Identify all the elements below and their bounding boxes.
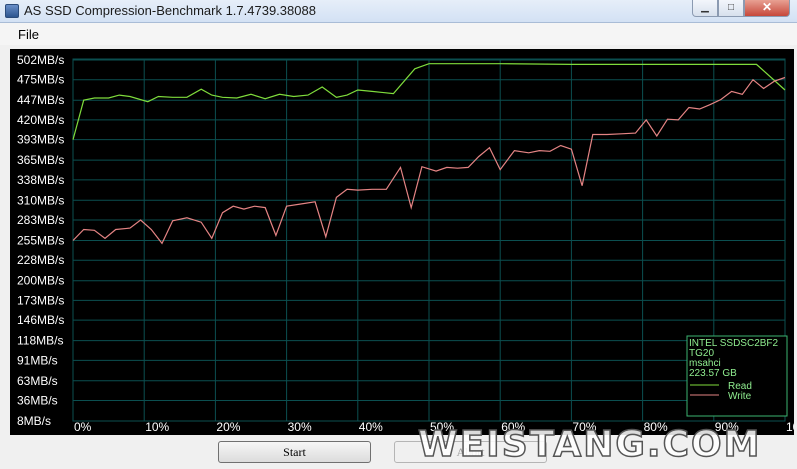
maximize-button[interactable]: □ xyxy=(718,0,744,17)
x-tick-label: 10% xyxy=(145,420,169,434)
app-icon xyxy=(5,4,19,18)
y-tick-label: 420MB/s xyxy=(17,113,64,127)
y-tick-label: 365MB/s xyxy=(17,153,64,167)
legend-info-line: 223.57 GB xyxy=(689,368,737,379)
y-tick-label: 338MB/s xyxy=(17,173,64,187)
y-tick-label: 36MB/s xyxy=(17,394,58,408)
y-tick-label: 310MB/s xyxy=(17,193,64,207)
x-tick-label: 100% xyxy=(786,420,794,434)
x-tick-label: 20% xyxy=(216,420,240,434)
y-tick-label: 173MB/s xyxy=(17,293,64,307)
y-tick-label: 118MB/s xyxy=(17,334,63,348)
y-tick-label: 393MB/s xyxy=(17,133,64,147)
watermark: WEISTANG.COM xyxy=(417,423,762,466)
start-button[interactable]: Start xyxy=(218,441,371,463)
y-tick-label: 228MB/s xyxy=(17,253,64,267)
y-tick-label: 200MB/s xyxy=(17,274,64,288)
close-button[interactable]: ✕ xyxy=(744,0,790,17)
x-tick-label: 40% xyxy=(359,420,383,434)
y-tick-label: 91MB/s xyxy=(17,353,58,367)
y-tick-label: 447MB/s xyxy=(17,93,64,107)
title-bar: AS SSD Compression-Benchmark 1.7.4739.38… xyxy=(0,0,797,23)
y-tick-label: 146MB/s xyxy=(17,313,64,327)
legend-entry-write: Write xyxy=(728,391,752,402)
y-tick-label: 283MB/s xyxy=(17,213,64,227)
x-tick-label: 30% xyxy=(288,420,312,434)
window-title: AS SSD Compression-Benchmark 1.7.4739.38… xyxy=(24,3,316,18)
y-tick-label: 502MB/s xyxy=(17,53,64,67)
y-tick-label: 255MB/s xyxy=(17,234,64,248)
y-tick-label: 8MB/s xyxy=(17,414,51,428)
menu-bar: File xyxy=(0,23,797,45)
benchmark-chart: 502MB/s 475MB/s 447MB/s 420MB/s 393MB/s 365MB… xyxy=(10,49,794,435)
minimize-button[interactable]: ▁ xyxy=(692,0,718,17)
chart-canvas: 502MB/s 475MB/s 447MB/s 420MB/s 393MB/s 365MB… xyxy=(17,53,794,434)
menu-file[interactable]: File xyxy=(18,27,39,42)
y-tick-label: 63MB/s xyxy=(17,374,58,388)
y-tick-label: 475MB/s xyxy=(17,73,64,87)
x-tick-label: 0% xyxy=(74,420,92,434)
